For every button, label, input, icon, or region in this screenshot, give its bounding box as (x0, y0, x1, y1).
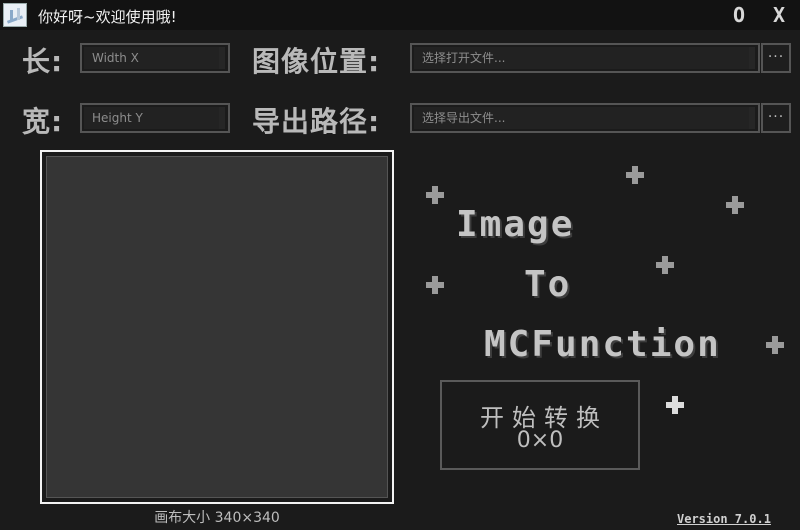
title-bar: 你好呀~欢迎使用哦! O X (0, 0, 800, 30)
canvas-size-label: 画布大小 340×340 (154, 510, 280, 526)
plus-decoration-icon (766, 336, 784, 354)
browse-image-button[interactable]: ··· (761, 43, 791, 73)
version-label: Version 7.0.1 (677, 512, 771, 526)
image-location-label: 图像位置: (252, 45, 381, 78)
image-path-input[interactable] (414, 47, 750, 69)
banner-image-text: Image (456, 204, 575, 245)
canvas-frame (40, 150, 394, 504)
preview-canvas[interactable] (46, 156, 388, 498)
window-title: 你好呀~欢迎使用哦! (38, 8, 177, 26)
browse-export-button[interactable]: ··· (761, 103, 791, 133)
minimize-button[interactable]: O (727, 3, 751, 27)
plus-decoration-icon (426, 276, 444, 294)
banner-to-text: To (524, 264, 572, 305)
start-convert-button[interactable]: 开始转换 0×0 (440, 380, 640, 470)
height-input-edge (219, 107, 225, 129)
height-label: 宽: (22, 105, 64, 138)
export-path-edge (749, 107, 755, 129)
width-input-edge (219, 47, 225, 69)
plus-decoration-icon (626, 166, 644, 184)
banner-mcfunction-text: MCFunction (484, 324, 721, 365)
image-path-box (410, 43, 760, 73)
export-path-input[interactable] (414, 107, 750, 129)
close-button[interactable]: X (767, 3, 791, 27)
export-path-box (410, 103, 760, 133)
plus-decoration-icon (426, 186, 444, 204)
image-path-edge (749, 47, 755, 69)
plus-decoration-icon (666, 396, 684, 414)
width-label: 长: (22, 45, 64, 78)
export-path-label: 导出路径: (252, 105, 381, 138)
start-convert-dimensions: 0×0 (516, 428, 564, 453)
app-logo-icon (3, 3, 27, 27)
height-field-box (80, 103, 230, 133)
width-input[interactable] (84, 47, 222, 69)
height-input[interactable] (84, 107, 222, 129)
plus-decoration-icon (726, 196, 744, 214)
plus-decoration-icon (656, 256, 674, 274)
width-field-box (80, 43, 230, 73)
